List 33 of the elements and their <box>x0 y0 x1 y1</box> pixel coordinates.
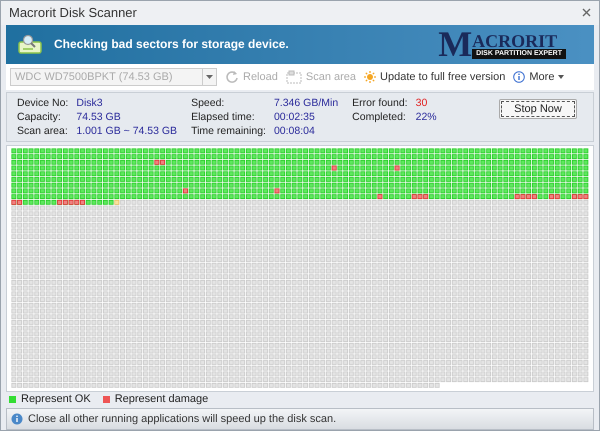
info-label: Speed: <box>191 96 226 110</box>
selection-icon <box>286 70 302 84</box>
status-message: Close all other running applications will speed up the disk scan. <box>28 412 336 427</box>
legend-label: Represent OK <box>21 392 91 407</box>
info-value: 00:02:35 <box>274 110 316 124</box>
stop-now-button[interactable]: Stop Now <box>499 98 577 119</box>
info-value: 7.346 GB/Min <box>274 96 338 110</box>
toolbar-button[interactable]: More <box>513 68 564 86</box>
banner-message: Checking bad sectors for storage device. <box>54 36 290 54</box>
info-value: 74.53 GB <box>76 110 122 124</box>
info-icon <box>11 413 23 425</box>
toolbar-button[interactable]: Update to full free version <box>364 68 506 86</box>
info-label: Capacity: <box>17 110 62 124</box>
legend-label: Represent damage <box>114 392 208 407</box>
info-label: Elapsed time: <box>191 110 256 124</box>
caret-icon <box>558 74 564 79</box>
close-icon[interactable] <box>582 8 591 18</box>
info-label: Device No: <box>17 96 68 110</box>
info-value: 22% <box>416 110 437 124</box>
info-value: Disk3 <box>76 96 104 110</box>
info-value: 1.001 GB ~ 74.53 GB <box>76 124 178 138</box>
info-value: 30 <box>416 96 428 110</box>
info-label: Scan area: <box>17 124 68 138</box>
disk-magnifier-icon <box>18 34 42 54</box>
sun-icon <box>364 70 376 83</box>
info-label: Time remaining: <box>191 124 266 138</box>
info-label: Completed: <box>352 110 407 124</box>
info-value: 00:08:04 <box>274 124 316 138</box>
refresh-icon <box>225 70 239 84</box>
info-icon <box>513 70 526 83</box>
info-label: Error found: <box>352 96 408 110</box>
caret-icon <box>206 74 213 79</box>
window-title: Macrorit Disk Scanner <box>9 4 137 22</box>
